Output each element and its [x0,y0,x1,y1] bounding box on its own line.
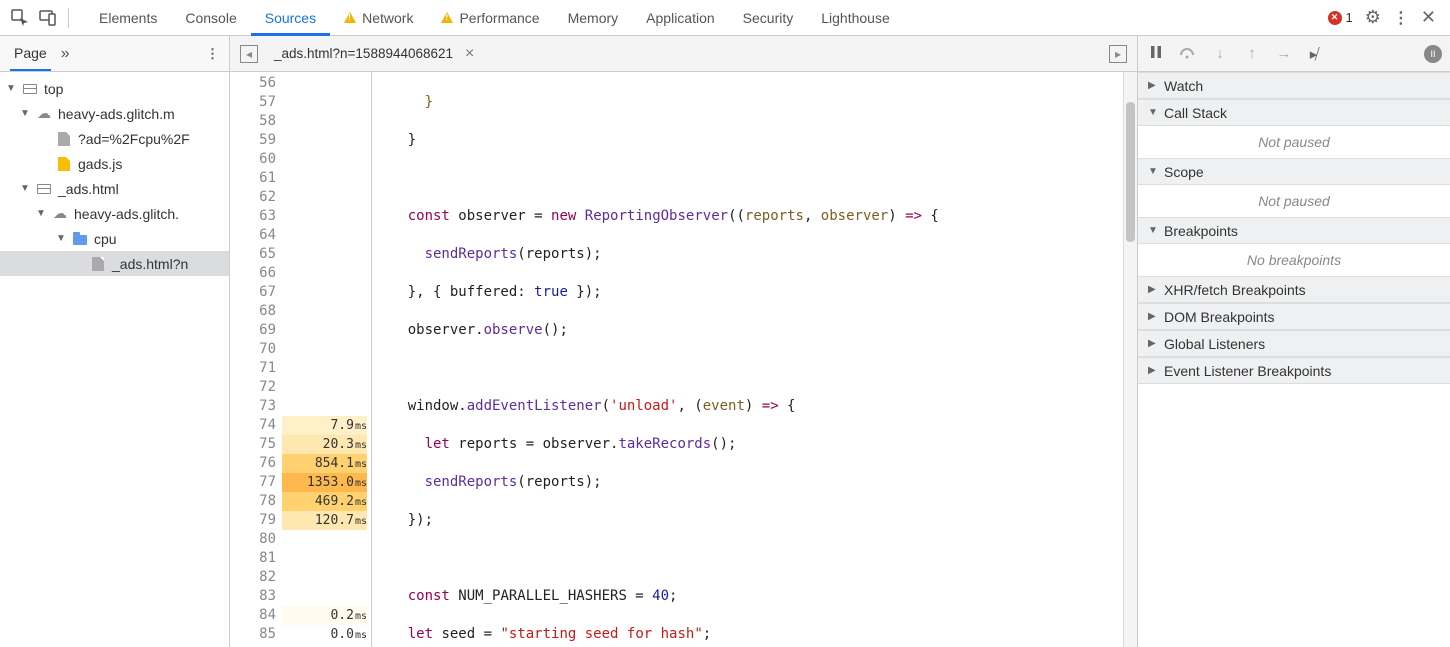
tree-item-top[interactable]: ▼top [0,76,229,101]
panel-tabs: Elements Console Sources Network Perform… [85,0,1324,35]
section-breakpoints[interactable]: ▼Breakpoints [1138,217,1450,244]
tab-lighthouse[interactable]: Lighthouse [807,0,904,35]
inspect-icon[interactable] [8,6,32,30]
devtools-topbar: Elements Console Sources Network Perform… [0,0,1450,36]
file-icon [92,257,104,271]
frame-icon [23,84,37,94]
warning-icon [441,12,453,23]
navigator-pane: Page » ⋮ ▼top ▼☁heavy-ads.glitch.m ?ad=%… [0,36,230,647]
tree-item-file[interactable]: gads.js [0,151,229,176]
tab-console[interactable]: Console [171,0,250,35]
navigator-tab-page[interactable]: Page [10,37,51,71]
nav-forward-icon[interactable]: ▸ [1109,45,1127,63]
folder-icon [73,235,87,245]
tab-security[interactable]: Security [729,0,808,35]
tree-item-folder[interactable]: ▼cpu [0,226,229,251]
tree-item-frame[interactable]: ▼_ads.html [0,176,229,201]
deactivate-breakpoints-icon[interactable]: ⧸▸ [1306,45,1326,63]
script-file-icon [58,157,70,171]
more-tabs-icon[interactable]: » [61,45,70,63]
tab-sources[interactable]: Sources [251,0,330,35]
section-watch[interactable]: ▶Watch [1138,72,1450,99]
more-icon[interactable]: ⋮ [1393,8,1409,28]
pause-icon[interactable] [1146,45,1166,63]
tab-elements[interactable]: Elements [85,0,171,35]
error-count[interactable]: ✕1 [1328,10,1353,25]
tab-application[interactable]: Application [632,0,729,35]
editor-tab[interactable]: _ads.html?n=1588944068621× [268,45,480,63]
step-icon[interactable]: → [1274,45,1294,62]
main-area: Page » ⋮ ▼top ▼☁heavy-ads.glitch.m ?ad=%… [0,36,1450,647]
tab-memory[interactable]: Memory [554,0,633,35]
cloud-icon: ☁ [52,206,68,222]
settings-icon[interactable]: ⚙ [1365,7,1381,28]
section-event-listener-breakpoints[interactable]: ▶Event Listener Breakpoints [1138,357,1450,384]
section-scope[interactable]: ▼Scope [1138,158,1450,185]
close-icon[interactable]: ✕ [1421,7,1436,28]
editor-tabbar: ◂ _ads.html?n=1588944068621× ▸ [230,36,1137,72]
timing-gutter: 7.9ms 20.3ms 854.1ms 1353.0ms 469.2ms 12… [282,72,372,647]
cloud-icon: ☁ [36,106,52,122]
error-icon: ✕ [1328,11,1342,25]
section-xhr-breakpoints[interactable]: ▶XHR/fetch Breakpoints [1138,276,1450,303]
step-into-icon[interactable]: ↓ [1210,45,1230,62]
tab-network[interactable]: Network [330,0,427,35]
scope-body: Not paused [1138,185,1450,217]
vertical-scrollbar[interactable] [1123,72,1137,647]
warning-icon [344,12,356,23]
file-icon [58,132,70,146]
debugger-toolbar: ↓ ↑ → ⧸▸ II [1138,36,1450,72]
device-toggle-icon[interactable] [36,6,60,30]
tab-performance[interactable]: Performance [427,0,553,35]
section-call-stack[interactable]: ▼Call Stack [1138,99,1450,126]
code-area[interactable]: } } const observer = new ReportingObserv… [372,72,1137,647]
section-global-listeners[interactable]: ▶Global Listeners [1138,330,1450,357]
tree-item-file[interactable]: ?ad=%2Fcpu%2F [0,126,229,151]
nav-history-icon[interactable]: ◂ [240,45,258,63]
step-out-icon[interactable]: ↑ [1242,45,1262,62]
tree-item-origin[interactable]: ▼☁heavy-ads.glitch. [0,201,229,226]
breakpoints-body: No breakpoints [1138,244,1450,276]
section-dom-breakpoints[interactable]: ▶DOM Breakpoints [1138,303,1450,330]
line-number-gutter: 5657585960616263646566676869707172737475… [230,72,282,647]
pause-on-exceptions-icon[interactable]: II [1424,45,1442,63]
file-tree: ▼top ▼☁heavy-ads.glitch.m ?ad=%2Fcpu%2F … [0,72,229,647]
code-editor[interactable]: 5657585960616263646566676869707172737475… [230,72,1137,647]
editor-pane: ◂ _ads.html?n=1588944068621× ▸ 565758596… [230,36,1138,647]
tree-item-origin[interactable]: ▼☁heavy-ads.glitch.m [0,101,229,126]
step-over-icon[interactable] [1178,45,1198,63]
navigator-header: Page » ⋮ [0,36,229,72]
tree-item-file-selected[interactable]: _ads.html?n [0,251,229,276]
call-stack-body: Not paused [1138,126,1450,158]
debugger-pane: ↓ ↑ → ⧸▸ II ▶Watch ▼Call Stack Not pause… [1138,36,1450,647]
navigator-menu-icon[interactable]: ⋮ [206,46,219,62]
topbar-right: ✕1 ⚙ ⋮ ✕ [1328,7,1442,28]
divider [68,8,69,28]
close-tab-icon[interactable]: × [465,45,474,63]
frame-icon [37,184,51,194]
